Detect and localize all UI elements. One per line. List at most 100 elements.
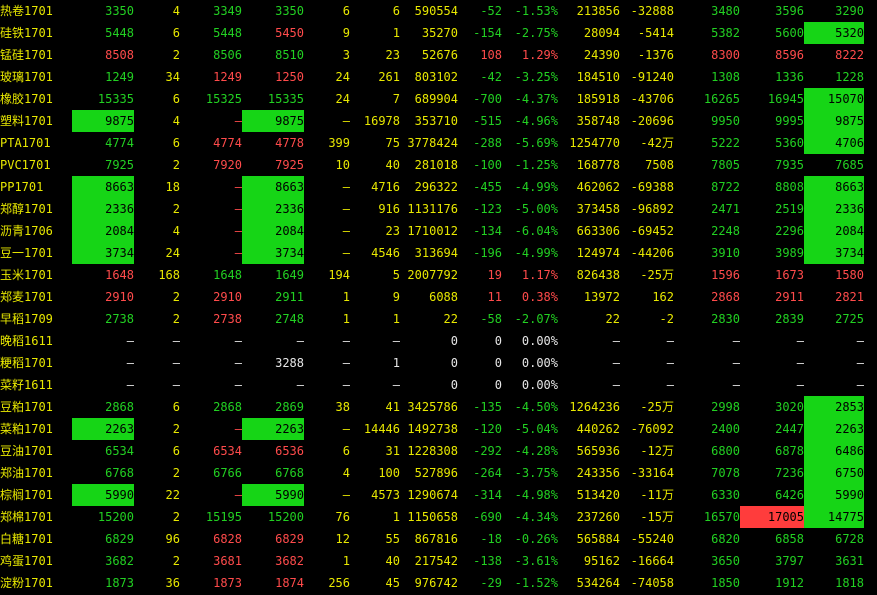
ask-volume-cell: 16978 [363, 114, 400, 128]
quote-row[interactable]: 硅铁1701 5448 6 5448 5450 9 1 35270 -154 -2.75% 2809… [0, 22, 877, 44]
contract-name-cell: 郑油1701 [0, 466, 53, 480]
change-percent-cell: 1.17% [521, 268, 558, 282]
contract-name-cell: 棕榈1701 [0, 488, 53, 502]
open-price-cell: — [732, 334, 740, 348]
total-volume-cell: 590554 [414, 4, 458, 18]
last-price-cell: 5990 [72, 484, 134, 506]
change-cell: -314 [473, 488, 502, 502]
ask-volume-cell: 261 [378, 70, 400, 84]
bid-price-cell: 6534 [213, 444, 242, 458]
change-percent-cell: -3.75% [514, 466, 558, 480]
last-price-cell: 2910 [105, 290, 134, 304]
quote-row[interactable]: 淀粉1701 1873 36 1873 1874 256 45 976742 -29 -1.52%… [0, 572, 877, 594]
open-interest-cell: 185918 [576, 92, 620, 106]
change-cell: -135 [473, 400, 502, 414]
interest-change-cell: -20696 [630, 114, 674, 128]
quote-row[interactable]: 塑料1701 9875 4—9875—16978 353710 -515 -4.96% 35… [0, 110, 877, 132]
low-price-cell: — [856, 378, 864, 392]
quote-row[interactable]: 白糖1701 6829 96 6828 6829 12 55 867816 -18 -0.26% 5… [0, 528, 877, 550]
current-volume-cell: 34 [165, 70, 180, 84]
bid-price-cell: — [234, 202, 242, 216]
bid-price-cell: — [234, 488, 242, 502]
last-price-cell: 1249 [105, 70, 134, 84]
current-volume-cell: 2 [172, 158, 180, 172]
quote-row[interactable]: 豆粕1701 2868 6 2868 2869 38 41 3425786 -135 -4.50%… [0, 396, 877, 418]
ask-volume-cell: 4546 [371, 246, 400, 260]
total-volume-cell: 3778424 [407, 136, 458, 150]
ask-price-cell: 1649 [275, 268, 304, 282]
quote-row[interactable]: 郑醇1701 2336 2—2336—916 1131176 -123 -5.00% 373… [0, 198, 877, 220]
quote-row[interactable]: 沥青1706 2084 4—2084—23 1710012 -134 -6.04% 6633… [0, 220, 877, 242]
quote-row[interactable]: 棕榈1701 5990 22—5990—4573 1290674 -314 -4.98% 5… [0, 484, 877, 506]
low-price-cell: 1228 [835, 70, 864, 84]
high-price-cell: 9995 [775, 114, 804, 128]
change-percent-cell: -4.99% [514, 180, 558, 194]
open-interest-cell: 237260 [576, 510, 620, 524]
current-volume-cell: 168 [158, 268, 180, 282]
total-volume-cell: 313694 [414, 246, 458, 260]
current-volume-cell: 96 [165, 532, 180, 546]
quote-row[interactable]: 玻璃1701 1249 34 1249 1250 24 261 803102 -42 -3.25%… [0, 66, 877, 88]
quote-row[interactable]: PTA1701 4774 6 4774 4778 399 75 3778424 -288 -5.6… [0, 132, 877, 154]
quote-row[interactable]: 郑棉1701 15200 2 15195 15200 76 1 1150658 -690 -4.3… [0, 506, 877, 528]
total-volume-cell: 0 [450, 334, 458, 348]
last-price-cell: 6829 [105, 532, 134, 546]
current-volume-cell: 24 [165, 246, 180, 260]
change-percent-cell: -1.53% [514, 4, 558, 18]
low-price-cell: — [856, 356, 864, 370]
quote-row[interactable]: 豆油1701 6534 6 6534 6536 6 31 1228308 -292 -4.28% 5… [0, 440, 877, 462]
quote-row[interactable]: 菜粕1701 2263 2—2263—14446 1492738 -120 -5.04% 4… [0, 418, 877, 440]
ask-volume-cell: 45 [385, 576, 400, 590]
interest-change-cell: -74058 [630, 576, 674, 590]
bid-price-cell: — [234, 422, 242, 436]
low-price-cell: 14775 [804, 506, 864, 528]
last-price-cell: — [126, 378, 134, 392]
bid-volume-cell: 10 [335, 158, 350, 172]
contract-name-cell: 早稻1709 [0, 312, 53, 326]
bid-volume-cell: 1 [342, 290, 350, 304]
bid-volume-cell: 9 [342, 26, 350, 40]
last-price-cell: 2084 [72, 220, 134, 242]
interest-change-cell: — [666, 378, 674, 392]
current-volume-cell: 6 [172, 136, 180, 150]
quote-row[interactable]: 豆一1701 3734 24—3734—4546 313694 -196 -4.99% 12… [0, 242, 877, 264]
change-cell: -700 [473, 92, 502, 106]
quote-row[interactable]: 橡胶1701 15335 6 15325 15335 24 7 689904 -700 -4.37… [0, 88, 877, 110]
contract-name-cell: 郑棉1701 [0, 510, 53, 524]
last-price-cell: — [126, 334, 134, 348]
quote-row[interactable]: 菜籽1611 — — — — — — 0 0 0.00% — — — — — [0, 374, 877, 396]
quote-row[interactable]: 锰硅1701 8508 2 8506 8510 3 23 52676 108 1.29% 24390… [0, 44, 877, 66]
current-volume-cell: 2 [172, 48, 180, 62]
contract-name-cell: 沥青1706 [0, 224, 53, 238]
quote-row[interactable]: 晚稻1611 — — — — — — 0 0 0.00% — — — — — [0, 330, 877, 352]
total-volume-cell: 1290674 [407, 488, 458, 502]
change-cell: -29 [480, 576, 502, 590]
quote-row[interactable]: 早稻1709 2738 2 2738 2748 1 1 22 -58 -2.07% 22 -2 2830… [0, 308, 877, 330]
change-cell: 0 [494, 334, 502, 348]
current-volume-cell: 6 [172, 92, 180, 106]
quote-row[interactable]: 鸡蛋1701 3682 2 3681 3682 1 40 217542 -138 -3.61% 95… [0, 550, 877, 572]
total-volume-cell: 976742 [414, 576, 458, 590]
low-price-cell: 2084 [804, 220, 864, 242]
interest-change-cell: -25万 [640, 400, 674, 414]
open-interest-cell: 440262 [576, 422, 620, 436]
bid-volume-cell: — [342, 246, 350, 260]
interest-change-cell: -1376 [637, 48, 674, 62]
low-price-cell: 8663 [804, 176, 864, 198]
high-price-cell: 8808 [775, 180, 804, 194]
interest-change-cell: -96892 [630, 202, 674, 216]
ask-price-cell: 5450 [275, 26, 304, 40]
quote-row[interactable]: 郑麦1701 2910 2 2910 2911 1 9 6088 11 0.38% 13972 162… [0, 286, 877, 308]
interest-change-cell: -69388 [630, 180, 674, 194]
ask-volume-cell: 40 [385, 158, 400, 172]
quote-row[interactable]: 郑油1701 6768 2 6766 6768 4 100 527896 -264 -3.75% 2… [0, 462, 877, 484]
open-price-cell: 1596 [711, 268, 740, 282]
quote-row[interactable]: 热卷1701 3350 4 3349 3350 6 6 590554 -52 -1.53% 2138… [0, 0, 877, 22]
quote-row[interactable]: 粳稻1701 — — — 3288 — 1 0 0 0.00% — — — — — [0, 352, 877, 374]
quote-row[interactable]: 玉米1701 1648 168 1648 1649 194 5 2007792 19 1.17% 8… [0, 264, 877, 286]
quote-row[interactable]: PP1701 8663 18—8663—4716 296322 -455 -4.99% 46… [0, 176, 877, 198]
low-price-cell: 2725 [835, 312, 864, 326]
quote-row[interactable]: PVC1701 7925 2 7920 7925 10 40 281018 -100 -1.25%… [0, 154, 877, 176]
low-price-cell: 1580 [835, 268, 864, 282]
open-price-cell: 2471 [711, 202, 740, 216]
